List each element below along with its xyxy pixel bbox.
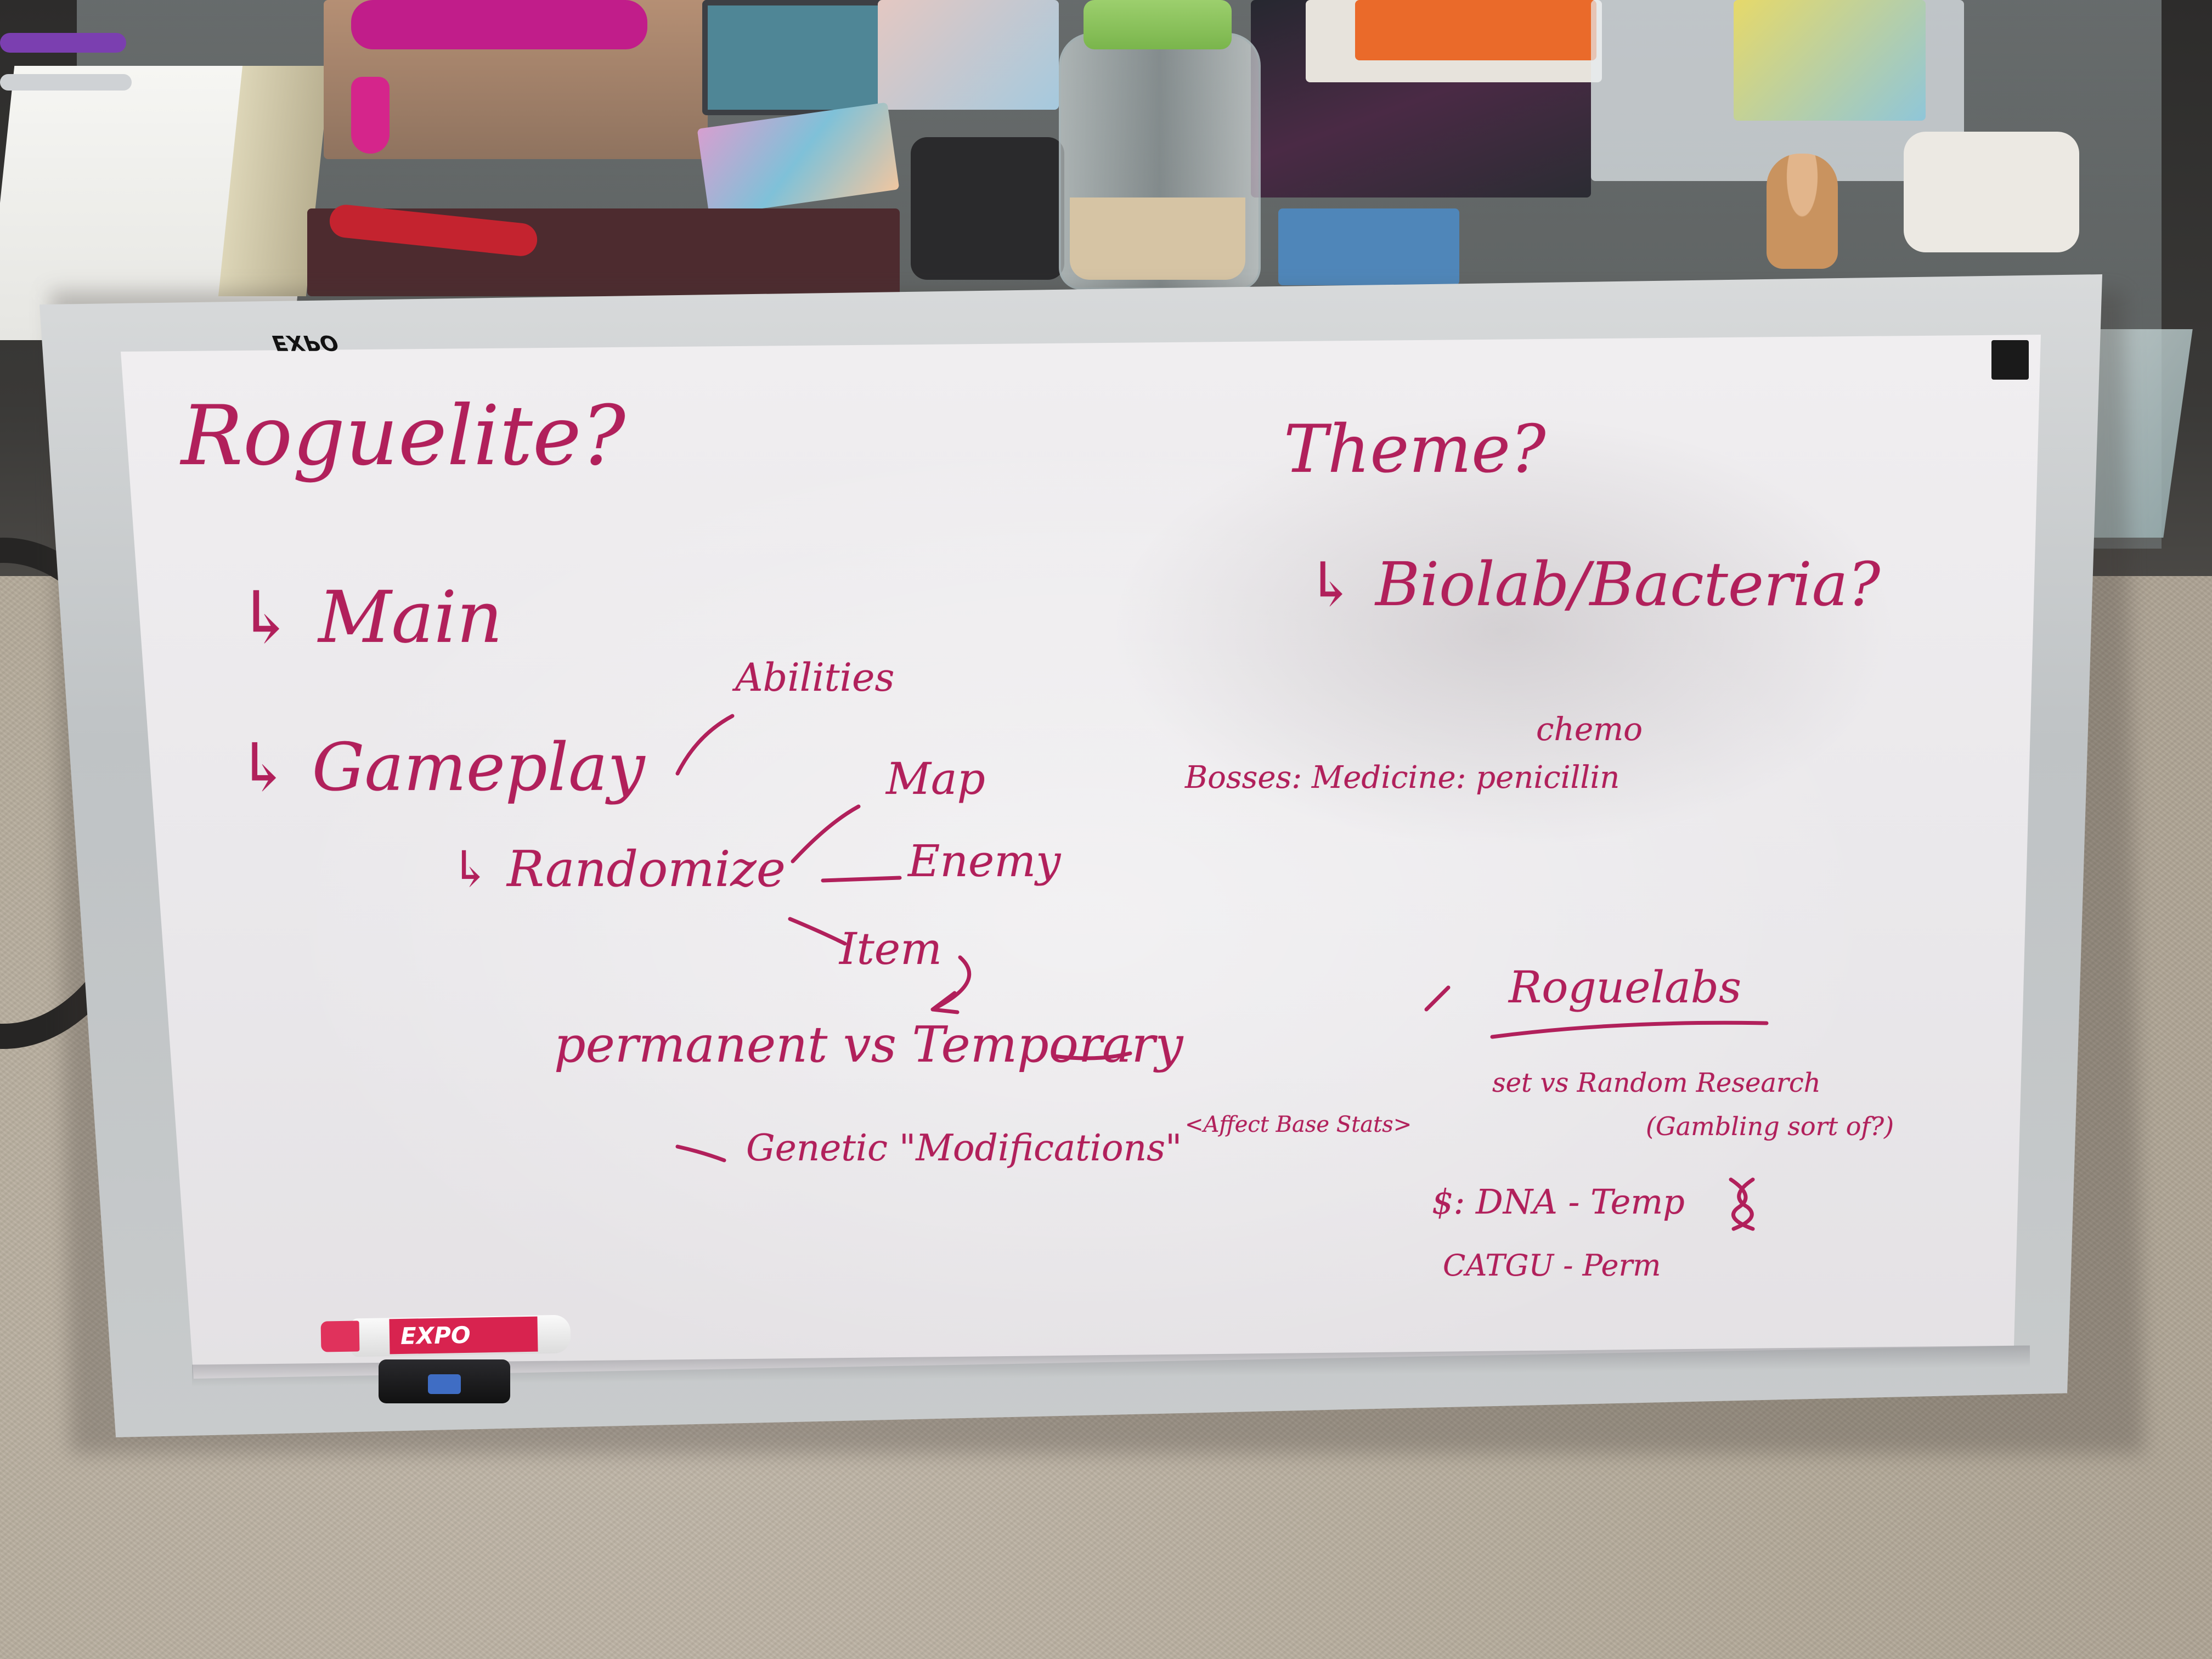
connector-genetic: [675, 1144, 726, 1163]
note-gambling: (Gambling sort of?): [1646, 1111, 1894, 1141]
marker-label: EXPO: [389, 1316, 538, 1355]
note-roguelite: Roguelite?: [181, 388, 626, 484]
note-abilities: Abilities: [735, 655, 895, 700]
marker-cap: [320, 1321, 360, 1352]
note-chemo: chemo: [1536, 710, 1643, 748]
note-connectors: [675, 714, 1769, 1231]
note-item: Item: [839, 923, 942, 974]
note-catgu-perm: CATGU - Perm: [1443, 1248, 1661, 1283]
whiteboard-photo: EXPO Roguelite? ↳ Main ↳ Gameplay Abilit…: [0, 0, 2212, 1659]
roguelabs-stroke: [1424, 985, 1451, 1012]
note-biolab: ↳ Biolab/Bacteria?: [1306, 549, 1881, 619]
roguelabs-underline: [1490, 1020, 1769, 1039]
note-dna-temp: $: DNA - Temp: [1432, 1182, 1685, 1222]
note-map: Map: [886, 753, 985, 804]
dna-helix: [1729, 1177, 1755, 1231]
eraser-badge: [428, 1374, 461, 1394]
connector-map: [791, 804, 861, 864]
connector-abilities: [675, 714, 735, 776]
note-randomize: ↳ Randomize: [450, 840, 786, 898]
note-theme: Theme?: [1284, 411, 1546, 488]
note-gameplay: ↳ Gameplay: [236, 730, 645, 806]
note-affect-base-stats: <Affect Base Stats>: [1185, 1112, 1412, 1137]
note-bosses: Bosses: Medicine: penicillin: [1185, 760, 1620, 795]
note-enemy: Enemy: [908, 836, 1061, 887]
note-set-vs-random: set vs Random Research: [1492, 1068, 1821, 1098]
note-permanent-vs-temporary: permanent vs Temporary: [554, 1016, 1183, 1074]
connector-item: [788, 917, 847, 946]
connector-enemy: [821, 876, 902, 883]
note-main: ↳ Main: [236, 575, 503, 659]
note-genetic-modifications: Genetic "Modifications": [746, 1127, 1182, 1169]
note-roguelabs: Roguelabs: [1509, 962, 1742, 1013]
